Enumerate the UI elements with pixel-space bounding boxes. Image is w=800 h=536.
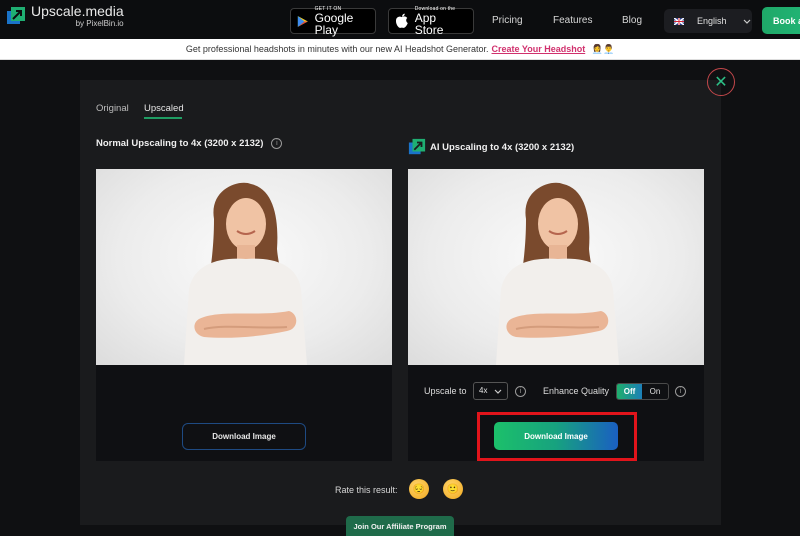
book-demo-button[interactable]: Book a (762, 7, 800, 34)
create-headshot-link[interactable]: Create Your Headshot (492, 44, 586, 54)
logo[interactable]: Upscale.media by PixelBin.io (6, 4, 124, 28)
upscale-factor-value: 4x (479, 386, 488, 395)
info-icon[interactable]: i (271, 138, 283, 149)
chevron-down-icon (494, 389, 502, 394)
toggle-off-option[interactable]: Off (617, 384, 642, 399)
rate-result-label: Rate this result: (335, 485, 398, 495)
top-navigation-bar: Upscale.media by PixelBin.io GET IT ON G… (0, 0, 800, 39)
close-icon: ✕ (714, 74, 728, 91)
ai-upscale-title: AI Upscaling to 4x (3200 x 2132) (408, 138, 574, 156)
app-store-button[interactable]: Download on the App Store (388, 6, 474, 37)
slight-smile-icon[interactable]: 🙂 (443, 479, 463, 499)
close-button[interactable]: ✕ (707, 68, 735, 96)
ai-upscale-title-text: AI Upscaling to 4x (3200 x 2132) (430, 141, 575, 153)
language-selector[interactable]: English (664, 9, 752, 33)
apple-icon (395, 13, 408, 28)
language-label: English (697, 16, 727, 26)
portrait-woman (496, 182, 619, 365)
nav-features[interactable]: Features (553, 15, 592, 26)
normal-upscale-title: Normal Upscaling to 4x (3200 x 2132) i (96, 138, 283, 149)
upscale-to-label: Upscale to (424, 386, 467, 396)
uk-flag-icon (674, 17, 684, 25)
upscale-logo-icon (6, 6, 26, 26)
slight-smile-glyph: 🙂 (446, 483, 460, 495)
ai-upscaled-image (408, 169, 704, 365)
enhance-info-icon[interactable]: i (675, 386, 686, 397)
tab-upscaled[interactable]: Upscaled (144, 103, 184, 114)
upscale-factor-select[interactable]: 4x (473, 382, 508, 400)
chevron-down-icon (743, 19, 750, 24)
enhance-quality-label: Enhance Quality (543, 386, 610, 396)
app-store-big-text: App Store (414, 10, 444, 37)
normal-download-button[interactable]: Download Image (182, 423, 306, 450)
headshot-people-icon: 👩‍💼👨‍💼 (591, 44, 615, 54)
nav-blog[interactable]: Blog (622, 15, 642, 26)
promo-text: Get professional headshots in minutes wi… (185, 44, 489, 54)
active-tab-indicator (144, 117, 182, 119)
google-play-big-text: Google Play (314, 10, 354, 37)
portrait-woman (184, 182, 307, 365)
affiliate-program-button[interactable]: Join Our Affiliate Program (346, 516, 454, 536)
ai-upscale-icon (408, 138, 426, 155)
sad-face-glyph: 😔 (412, 483, 426, 495)
nav-pricing[interactable]: Pricing (492, 15, 523, 26)
google-play-button[interactable]: GET IT ON Google Play (290, 6, 376, 37)
logo-subtitle: by PixelBin.io (75, 19, 124, 28)
logo-title: Upscale.media (31, 3, 124, 19)
normal-upscale-title-text: Normal Upscaling to 4x (3200 x 2132) (96, 138, 264, 149)
enhance-quality-toggle[interactable]: Off On (616, 383, 669, 400)
sad-face-icon[interactable]: 😔 (409, 479, 429, 499)
upscale-info-icon[interactable]: i (515, 386, 526, 397)
ai-download-button[interactable]: Download Image (494, 422, 618, 450)
normal-upscale-panel: Download Image (96, 169, 392, 461)
google-play-icon (297, 15, 308, 27)
normal-upscaled-image (96, 169, 392, 365)
toggle-on-option[interactable]: On (642, 384, 668, 399)
tab-original[interactable]: Original (96, 103, 129, 114)
promo-banner: Get professional headshots in minutes wi… (0, 39, 800, 60)
